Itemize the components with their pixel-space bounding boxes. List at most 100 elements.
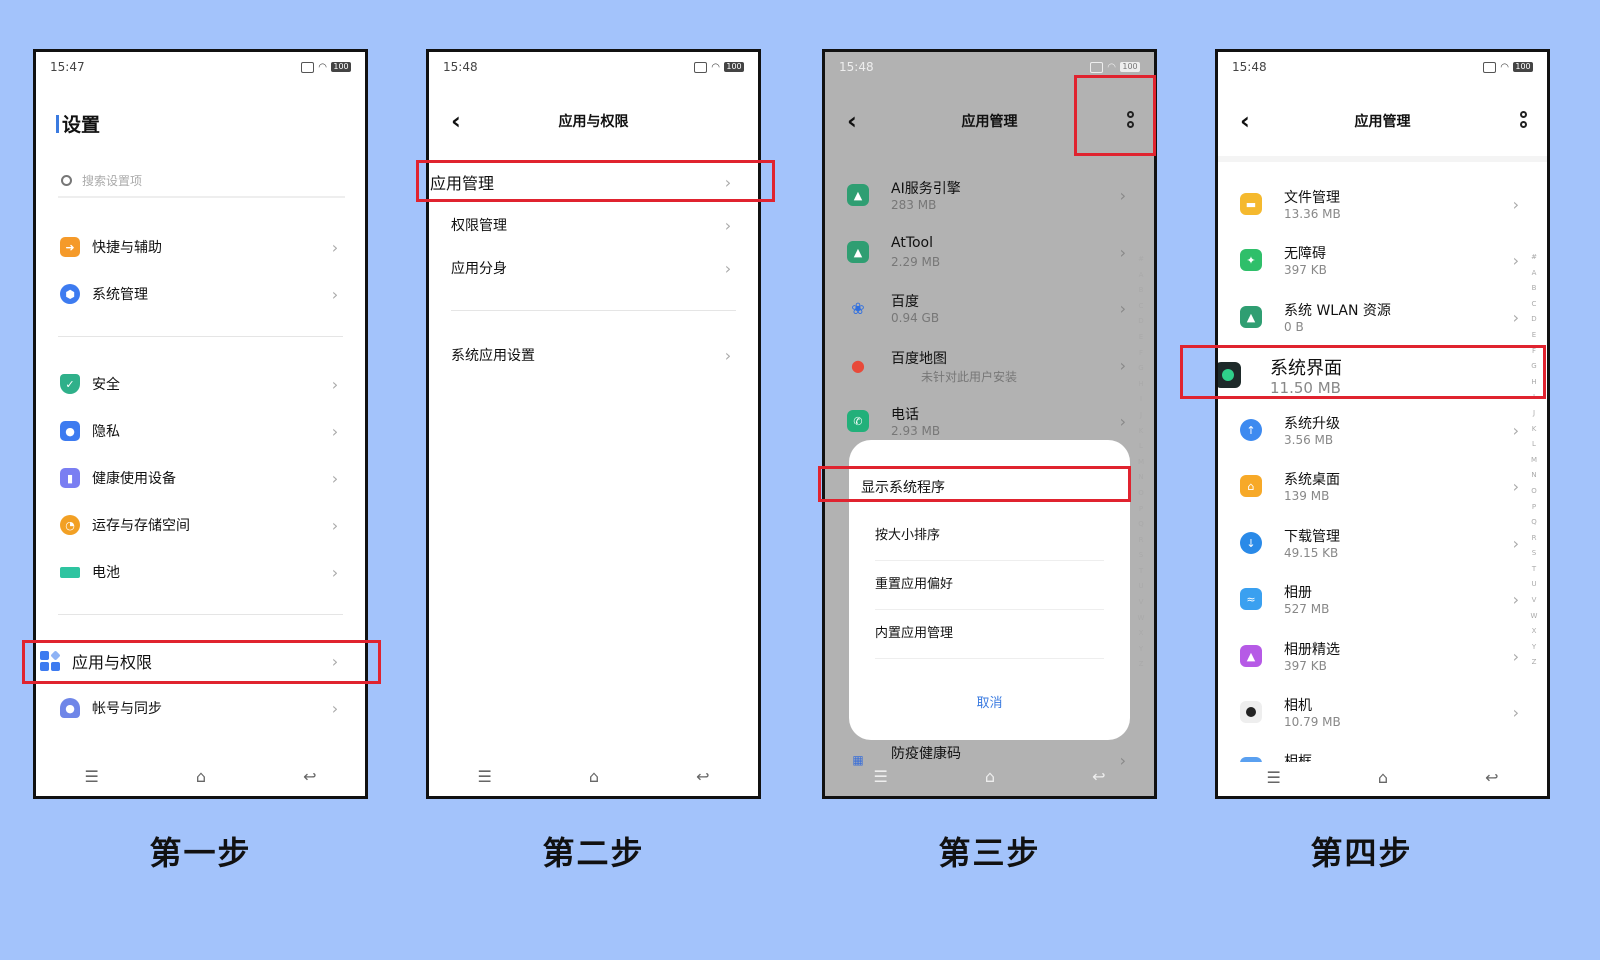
settings-item-shortcut[interactable]: ➜ 快捷与辅助 › xyxy=(36,232,365,262)
app-size: 527 MB xyxy=(1284,602,1330,616)
list-item-app-clone[interactable]: 应用分身 › xyxy=(429,253,758,283)
alphabet-letter[interactable]: Q xyxy=(1136,517,1146,533)
page-title: 应用管理 xyxy=(1354,114,1411,130)
alphabet-letter[interactable]: E xyxy=(1529,328,1539,344)
menu-item-builtin-app-management[interactable]: 内置应用管理 xyxy=(875,610,1104,659)
alphabet-letter[interactable]: Z xyxy=(1136,657,1146,673)
alphabet-letter[interactable]: L xyxy=(1136,439,1146,455)
menu-icon[interactable]: ☰ xyxy=(85,767,99,786)
settings-item-security[interactable]: ✓ 安全 › xyxy=(36,369,365,399)
menu-item-reset-app-preferences[interactable]: 重置应用偏好 xyxy=(875,561,1104,610)
alphabet-letter[interactable]: R xyxy=(1136,533,1146,549)
alphabet-letter[interactable]: Y xyxy=(1136,642,1146,658)
chevron-right-icon: › xyxy=(1512,477,1519,496)
settings-item-system[interactable]: ⬢ 系统管理 › xyxy=(36,279,365,309)
alphabet-letter[interactable]: S xyxy=(1529,546,1539,562)
alphabet-letter[interactable]: D xyxy=(1136,314,1146,330)
menu-item-sort-by-size[interactable]: 按大小排序 xyxy=(875,512,1104,561)
app-row[interactable]: ▬ 文件管理 13.36 MB › xyxy=(1218,181,1547,233)
home-icon[interactable]: ⌂ xyxy=(196,767,206,786)
cancel-button[interactable]: 取消 xyxy=(849,692,1130,711)
settings-item-storage[interactable]: ◔ 运存与存储空间 › xyxy=(36,510,365,540)
alphabet-letter[interactable]: K xyxy=(1136,424,1146,440)
menu-icon[interactable]: ☰ xyxy=(1267,768,1281,787)
alphabet-letter[interactable]: E xyxy=(1136,330,1146,346)
menu-icon[interactable]: ☰ xyxy=(874,767,888,786)
alphabet-letter[interactable]: M xyxy=(1136,455,1146,471)
app-row[interactable]: 相机 10.79 MB › xyxy=(1218,689,1547,741)
app-row[interactable]: ▲ 系统 WLAN 资源 0 B › xyxy=(1218,294,1547,346)
alphabet-index[interactable]: # A B C D E F G H I J K L M N O P Q R S T U V W X Y Z xyxy=(1529,250,1539,671)
app-row[interactable]: ⌂ 系统桌面 139 MB › xyxy=(1218,463,1547,515)
status-time: 15:48 xyxy=(443,60,478,74)
alphabet-letter[interactable]: F xyxy=(1136,346,1146,362)
alphabet-letter[interactable]: X xyxy=(1529,624,1539,640)
alphabet-letter[interactable]: V xyxy=(1136,595,1146,611)
app-row[interactable]: ● 百度地图 未针对此用户安装 › xyxy=(825,342,1154,394)
app-row[interactable]: ≈ 相册 527 MB › xyxy=(1218,576,1547,628)
alphabet-letter[interactable]: X xyxy=(1136,626,1146,642)
list-item-permission-management[interactable]: 权限管理 › xyxy=(429,210,758,240)
back-icon[interactable]: ↩ xyxy=(1485,768,1498,787)
alphabet-letter[interactable]: T xyxy=(1529,562,1539,578)
alphabet-letter[interactable]: O xyxy=(1529,484,1539,500)
home-icon[interactable]: ⌂ xyxy=(985,767,995,786)
alphabet-letter[interactable]: S xyxy=(1136,548,1146,564)
alphabet-letter[interactable]: U xyxy=(1136,579,1146,595)
alphabet-letter[interactable]: A xyxy=(1136,268,1146,284)
alphabet-letter[interactable]: B xyxy=(1136,283,1146,299)
more-options-icon[interactable] xyxy=(1519,111,1527,128)
alphabet-letter[interactable]: M xyxy=(1529,453,1539,469)
back-icon[interactable]: ↩ xyxy=(1092,767,1105,786)
alphabet-letter[interactable]: I xyxy=(1136,392,1146,408)
back-icon[interactable]: ↩ xyxy=(696,767,709,786)
app-row[interactable]: ↑ 系统升级 3.56 MB › xyxy=(1218,407,1547,459)
app-row[interactable]: 相框 xyxy=(1218,745,1547,763)
alphabet-letter[interactable]: W xyxy=(1136,611,1146,627)
alphabet-letter[interactable]: H xyxy=(1136,377,1146,393)
alphabet-letter[interactable]: R xyxy=(1529,531,1539,547)
alphabet-letter[interactable]: P xyxy=(1136,502,1146,518)
search-input[interactable]: 搜索设置项 xyxy=(58,164,345,198)
settings-item-privacy[interactable]: ● 隐私 › xyxy=(36,416,365,446)
app-row[interactable]: ❀ 百度 0.94 GB › xyxy=(825,285,1154,337)
app-row[interactable]: ✦ 无障碍 397 KB › xyxy=(1218,237,1547,289)
home-icon[interactable]: ⌂ xyxy=(1378,768,1388,787)
alphabet-letter[interactable]: N xyxy=(1136,470,1146,486)
alphabet-letter[interactable]: N xyxy=(1529,468,1539,484)
alphabet-letter[interactable]: W xyxy=(1529,609,1539,625)
app-row[interactable]: ▲ AI服务引擎 283 MB › xyxy=(825,172,1154,224)
alphabet-letter[interactable]: K xyxy=(1529,422,1539,438)
home-icon[interactable]: ⌂ xyxy=(589,767,599,786)
alphabet-letter[interactable]: Y xyxy=(1529,640,1539,656)
alphabet-letter[interactable]: Q xyxy=(1529,515,1539,531)
android-app-icon: ▲ xyxy=(847,184,869,206)
settings-item-battery[interactable]: 电池 › xyxy=(36,557,365,587)
app-row[interactable]: ↓ 下载管理 49.15 KB › xyxy=(1218,520,1547,572)
alphabet-letter[interactable]: # xyxy=(1529,250,1539,266)
menu-icon[interactable]: ☰ xyxy=(478,767,492,786)
app-row[interactable]: ▲ AtTool 2.29 MB › xyxy=(825,229,1154,281)
alphabet-letter[interactable]: V xyxy=(1529,593,1539,609)
alphabet-letter[interactable]: B xyxy=(1529,281,1539,297)
alphabet-letter[interactable]: # xyxy=(1136,252,1146,268)
alphabet-letter[interactable]: C xyxy=(1529,297,1539,313)
list-item-system-app-settings[interactable]: 系统应用设置 › xyxy=(429,340,758,370)
settings-item-account[interactable]: ● 帐号与同步 › xyxy=(36,693,365,723)
alphabet-letter[interactable]: P xyxy=(1529,500,1539,516)
alphabet-letter[interactable]: O xyxy=(1136,486,1146,502)
back-icon[interactable]: ↩ xyxy=(303,767,316,786)
alphabet-letter[interactable]: J xyxy=(1136,408,1146,424)
alphabet-index[interactable]: # A B C D E F G H I J K L M N O P Q R S T U V W X Y Z xyxy=(1136,252,1146,673)
alphabet-letter[interactable]: A xyxy=(1529,266,1539,282)
alphabet-letter[interactable]: T xyxy=(1136,564,1146,580)
alphabet-letter[interactable]: Z xyxy=(1529,655,1539,671)
app-row[interactable]: ▲ 相册精选 397 KB › xyxy=(1218,633,1547,685)
settings-item-health[interactable]: ▮ 健康使用设备 › xyxy=(36,463,365,493)
alphabet-letter[interactable]: L xyxy=(1529,437,1539,453)
alphabet-letter[interactable]: J xyxy=(1529,406,1539,422)
alphabet-letter[interactable]: D xyxy=(1529,312,1539,328)
alphabet-letter[interactable]: G xyxy=(1136,361,1146,377)
alphabet-letter[interactable]: C xyxy=(1136,299,1146,315)
alphabet-letter[interactable]: U xyxy=(1529,577,1539,593)
